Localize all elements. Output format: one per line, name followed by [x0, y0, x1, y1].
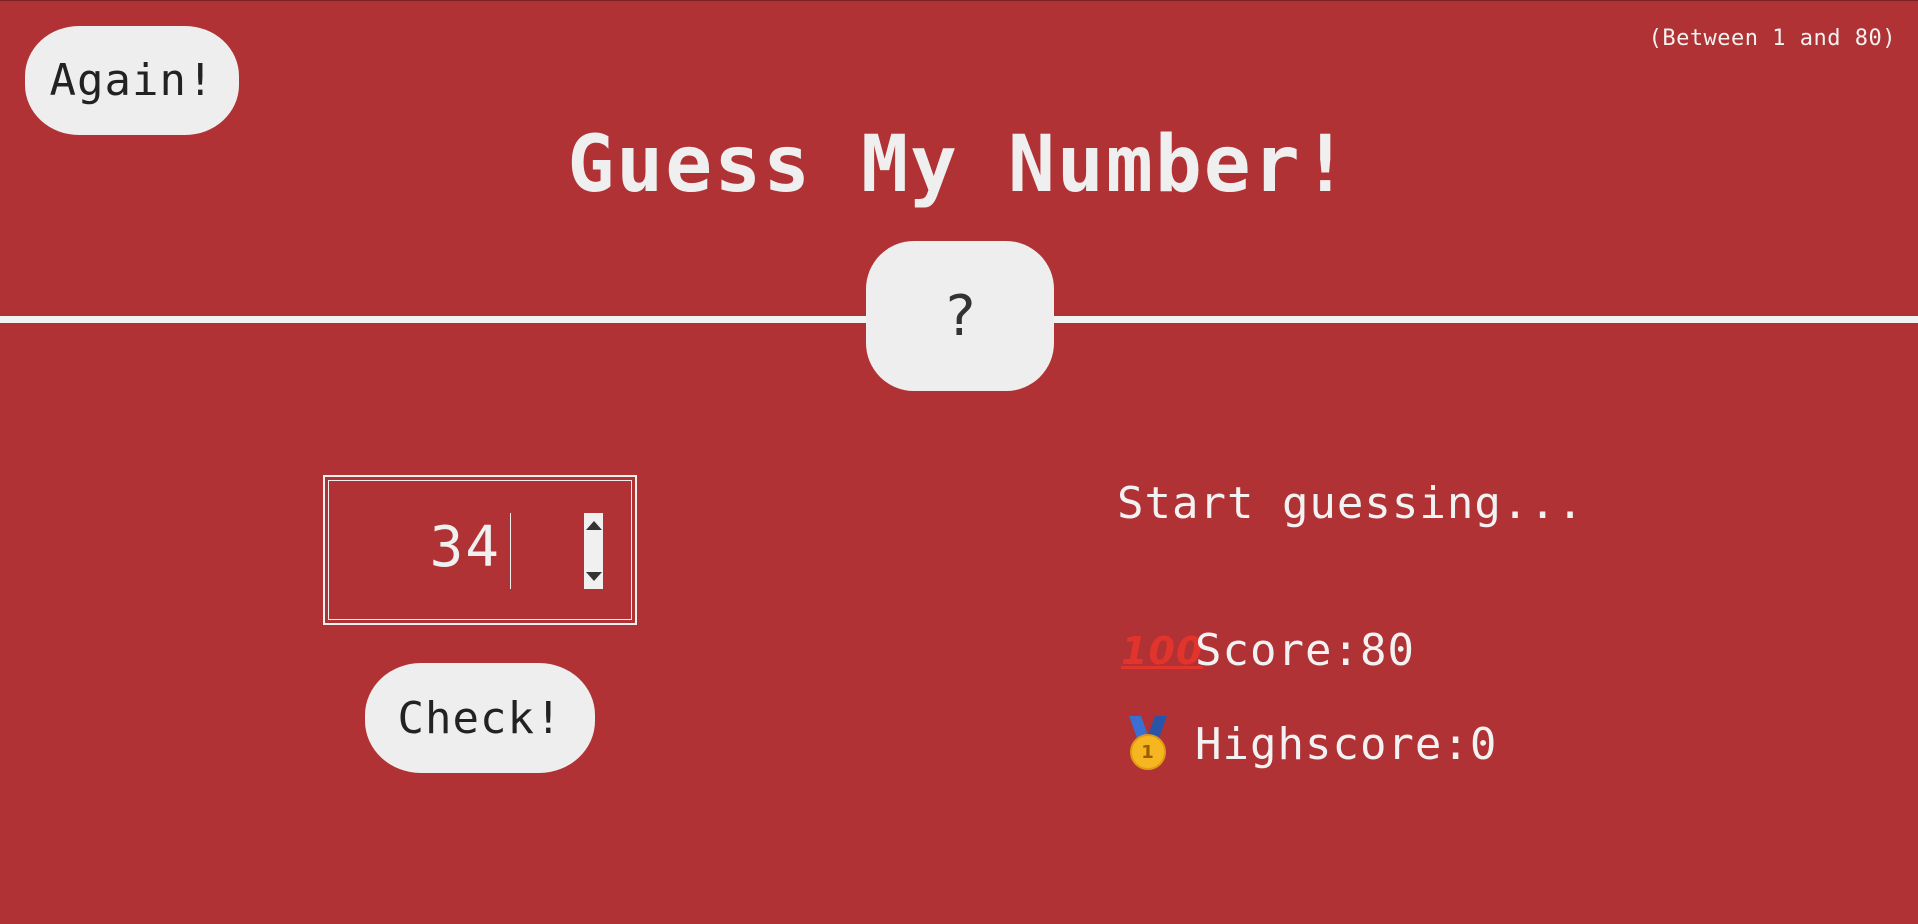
status-message: Start guessing...: [1117, 478, 1585, 529]
hundred-points-icon: 100: [1121, 628, 1204, 673]
highscore-label: Highscore:: [1195, 718, 1470, 770]
secret-number-box: ?: [866, 241, 1054, 391]
medal-disc: 1: [1130, 734, 1166, 770]
first-place-medal-icon: 1: [1125, 716, 1171, 772]
top-border: [0, 0, 1918, 1]
highscore-line: 1 Highscore: 0: [1121, 716, 1497, 772]
check-button[interactable]: Check!: [365, 663, 595, 773]
spinner-up-icon[interactable]: [585, 521, 602, 530]
score-label: Score:: [1195, 625, 1360, 676]
guess-input-value[interactable]: 34: [430, 515, 501, 580]
guess-input[interactable]: 34: [323, 475, 637, 625]
secret-number: ?: [943, 283, 977, 349]
text-caret: [510, 513, 511, 589]
highscore-value: 0: [1469, 718, 1498, 770]
spinner-down-icon[interactable]: [585, 572, 602, 581]
guess-input-inner[interactable]: 34: [328, 480, 632, 620]
page-title: Guess My Number!: [567, 120, 1351, 210]
score-value: 80: [1359, 625, 1415, 676]
score-line: 100 Score: 80: [1121, 625, 1415, 676]
again-button[interactable]: Again!: [25, 26, 239, 135]
number-spinner[interactable]: [584, 513, 603, 589]
range-hint: (Between 1 and 80): [1648, 26, 1896, 51]
